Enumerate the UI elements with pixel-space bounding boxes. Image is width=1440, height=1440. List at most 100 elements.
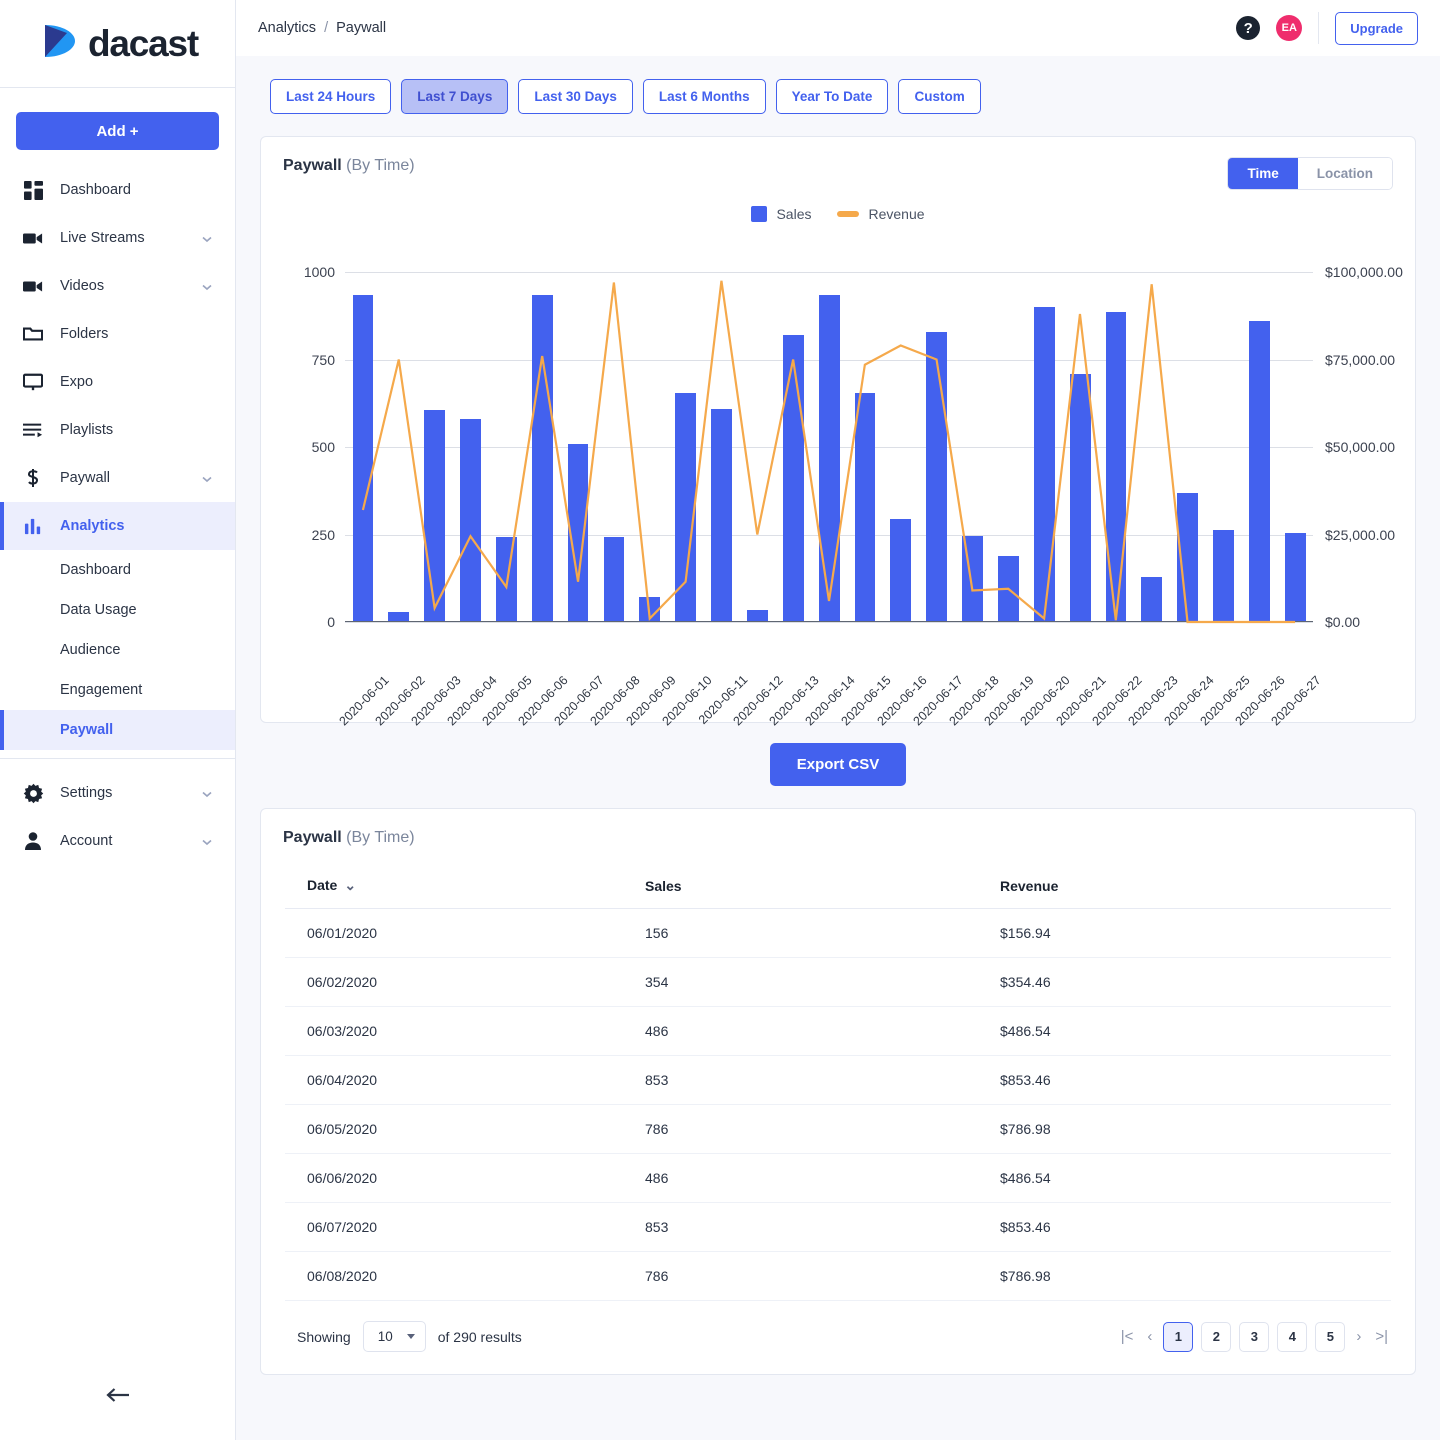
cell-sales: 486 [645, 1006, 1000, 1056]
person-icon [22, 830, 44, 852]
y-axis-tick-right: $50,000.00 [1325, 439, 1396, 455]
pagination-page-3[interactable]: 3 [1239, 1321, 1270, 1352]
legend-item-revenue: Revenue [837, 206, 925, 222]
sidebar-item-dashboard[interactable]: Dashboard [0, 166, 235, 214]
cell-revenue: $486.54 [1000, 1153, 1391, 1203]
dacast-mark-icon [37, 19, 81, 68]
sidebar-collapse-button[interactable] [0, 1385, 235, 1410]
sidebar-item-label: Settings [60, 785, 113, 801]
export-csv-button[interactable]: Export CSV [769, 743, 907, 786]
x-axis-label-slot: 2020-06-08 [587, 622, 642, 728]
cell-date: 06/08/2020 [285, 1251, 645, 1301]
pagination-next-button[interactable]: › [1353, 1324, 1364, 1349]
cell-date: 06/02/2020 [285, 957, 645, 1007]
sidebar-item-account[interactable]: Account [0, 817, 235, 865]
legend-swatch-sales-icon [751, 206, 768, 222]
pagination-page-1[interactable]: 1 [1163, 1321, 1194, 1352]
toggle-option-time[interactable]: Time [1228, 158, 1298, 189]
cell-sales: 853 [645, 1055, 1000, 1105]
sidebar-subitem-dashboard[interactable]: Dashboard [0, 550, 235, 590]
column-header-date[interactable]: Date ⌄ [285, 867, 645, 909]
help-icon[interactable]: ? [1236, 16, 1261, 40]
sidebar-item-settings[interactable]: Settings [0, 769, 235, 817]
pagination-last-button[interactable]: >| [1372, 1324, 1391, 1349]
range-button-year-to-date[interactable]: Year To Date [775, 79, 889, 114]
chevron-down-icon[interactable] [201, 472, 213, 484]
table-row[interactable]: 06/04/2020 853 $853.46 [285, 1055, 1391, 1105]
range-button-last-7-days[interactable]: Last 7 Days [401, 79, 509, 114]
pagination-first-button[interactable]: |< [1118, 1324, 1137, 1349]
table-row[interactable]: 06/01/2020 156 $156.94 [285, 908, 1391, 958]
x-axis-label-slot: 2020-06-12 [731, 622, 786, 728]
pagination-page-5[interactable]: 5 [1315, 1321, 1346, 1352]
sidebar-item-label: Videos [60, 278, 105, 294]
chart-canvas[interactable]: 0 $0.00 250 $25,000.00 500 $50,000.00 750 $75,0… [304, 264, 1403, 728]
pagination-page-4[interactable]: 4 [1277, 1321, 1308, 1352]
table-row[interactable]: 06/03/2020 486 $486.54 [285, 1006, 1391, 1056]
cell-sales: 853 [645, 1202, 1000, 1252]
sidebar-item-label: Account [60, 833, 113, 849]
breadcrumb-root[interactable]: Analytics [258, 20, 316, 36]
page-size-select[interactable]: 10 [362, 1321, 426, 1352]
column-header-date-label: Date [307, 877, 338, 893]
gear-icon [22, 782, 44, 804]
x-axis-label-slot: 2020-06-10 [659, 622, 714, 728]
column-header-sales[interactable]: Sales [645, 867, 1000, 909]
table-card-header: Paywall (By Time) [261, 809, 1415, 847]
sidebar-item-videos[interactable]: Videos [0, 262, 235, 310]
sidebar-subitem-engagement[interactable]: Engagement [0, 670, 235, 710]
range-button-last-24-hours[interactable]: Last 24 Hours [270, 79, 392, 114]
chevron-down-icon[interactable]: ⌄ [344, 877, 356, 894]
x-axis-label-slot: 2020-06-15 [838, 622, 893, 728]
bar-chart-icon [22, 515, 44, 537]
table-row[interactable]: 06/05/2020 786 $786.98 [285, 1104, 1391, 1154]
chevron-down-icon[interactable] [201, 280, 213, 292]
column-header-revenue[interactable]: Revenue [1000, 867, 1391, 909]
chart-revenue-line[interactable] [363, 281, 1295, 622]
arrow-left-icon [105, 1385, 131, 1410]
chevron-down-icon[interactable] [201, 835, 213, 847]
sidebar-item-analytics[interactable]: Analytics [0, 502, 235, 550]
cell-sales: 486 [645, 1153, 1000, 1203]
cell-date: 06/04/2020 [285, 1055, 645, 1105]
sidebar-item-playlists[interactable]: Playlists [0, 406, 235, 454]
sidebar-item-paywall[interactable]: Paywall [0, 454, 235, 502]
y-axis-tick-left: 250 [311, 526, 335, 543]
sidebar-item-folders[interactable]: Folders [0, 310, 235, 358]
chart-revenue-line-layer [345, 272, 1313, 622]
range-button-last-6-months[interactable]: Last 6 Months [642, 79, 766, 114]
cell-date: 06/07/2020 [285, 1202, 645, 1252]
sidebar-item-live-streams[interactable]: Live Streams [0, 214, 235, 262]
dacast-logo[interactable]: dacast [37, 19, 199, 68]
legend-label-sales: Sales [776, 206, 812, 222]
table-row[interactable]: 06/06/2020 486 $486.54 [285, 1153, 1391, 1203]
pagination-prev-button[interactable]: ‹ [1144, 1324, 1155, 1349]
table-card: Paywall (By Time) Date ⌄ Sales Revenue 0… [260, 808, 1416, 1375]
table-row[interactable]: 06/02/2020 354 $354.46 [285, 957, 1391, 1007]
avatar[interactable]: EA [1276, 15, 1303, 41]
range-button-custom[interactable]: Custom [898, 79, 981, 114]
sidebar-subitem-data-usage[interactable]: Data Usage [0, 590, 235, 630]
chevron-down-icon[interactable] [201, 787, 213, 799]
table-row[interactable]: 06/08/2020 786 $786.98 [285, 1251, 1391, 1301]
chart-title-sub: (By Time) [346, 157, 415, 174]
table-row[interactable]: 06/07/2020 853 $853.46 [285, 1202, 1391, 1252]
sidebar-item-label: Folders [60, 326, 109, 342]
chevron-down-icon[interactable] [201, 232, 213, 244]
add-button[interactable]: Add + [16, 112, 219, 150]
x-axis-label-slot: 2020-06-09 [623, 622, 678, 728]
y-axis-tick-right: $0.00 [1325, 614, 1361, 630]
upgrade-button[interactable]: Upgrade [1335, 11, 1418, 45]
sidebar-item-expo[interactable]: Expo [0, 358, 235, 406]
sidebar-subitem-audience[interactable]: Audience [0, 630, 235, 670]
toggle-option-location[interactable]: Location [1297, 158, 1392, 189]
range-button-last-30-days[interactable]: Last 30 Days [518, 79, 633, 114]
showing-label: Showing [297, 1328, 351, 1345]
x-axis-label-slot: 2020-06-18 [946, 622, 1001, 728]
pagination-page-2[interactable]: 2 [1201, 1321, 1232, 1352]
x-axis-label-slot: 2020-06-04 [444, 622, 499, 728]
cell-date: 06/03/2020 [285, 1006, 645, 1056]
content: Last 24 Hours Last 7 Days Last 30 Days L… [236, 56, 1440, 1440]
sidebar-subitem-paywall[interactable]: Paywall [0, 710, 235, 750]
chart-view-toggle: Time Location [1227, 157, 1393, 190]
